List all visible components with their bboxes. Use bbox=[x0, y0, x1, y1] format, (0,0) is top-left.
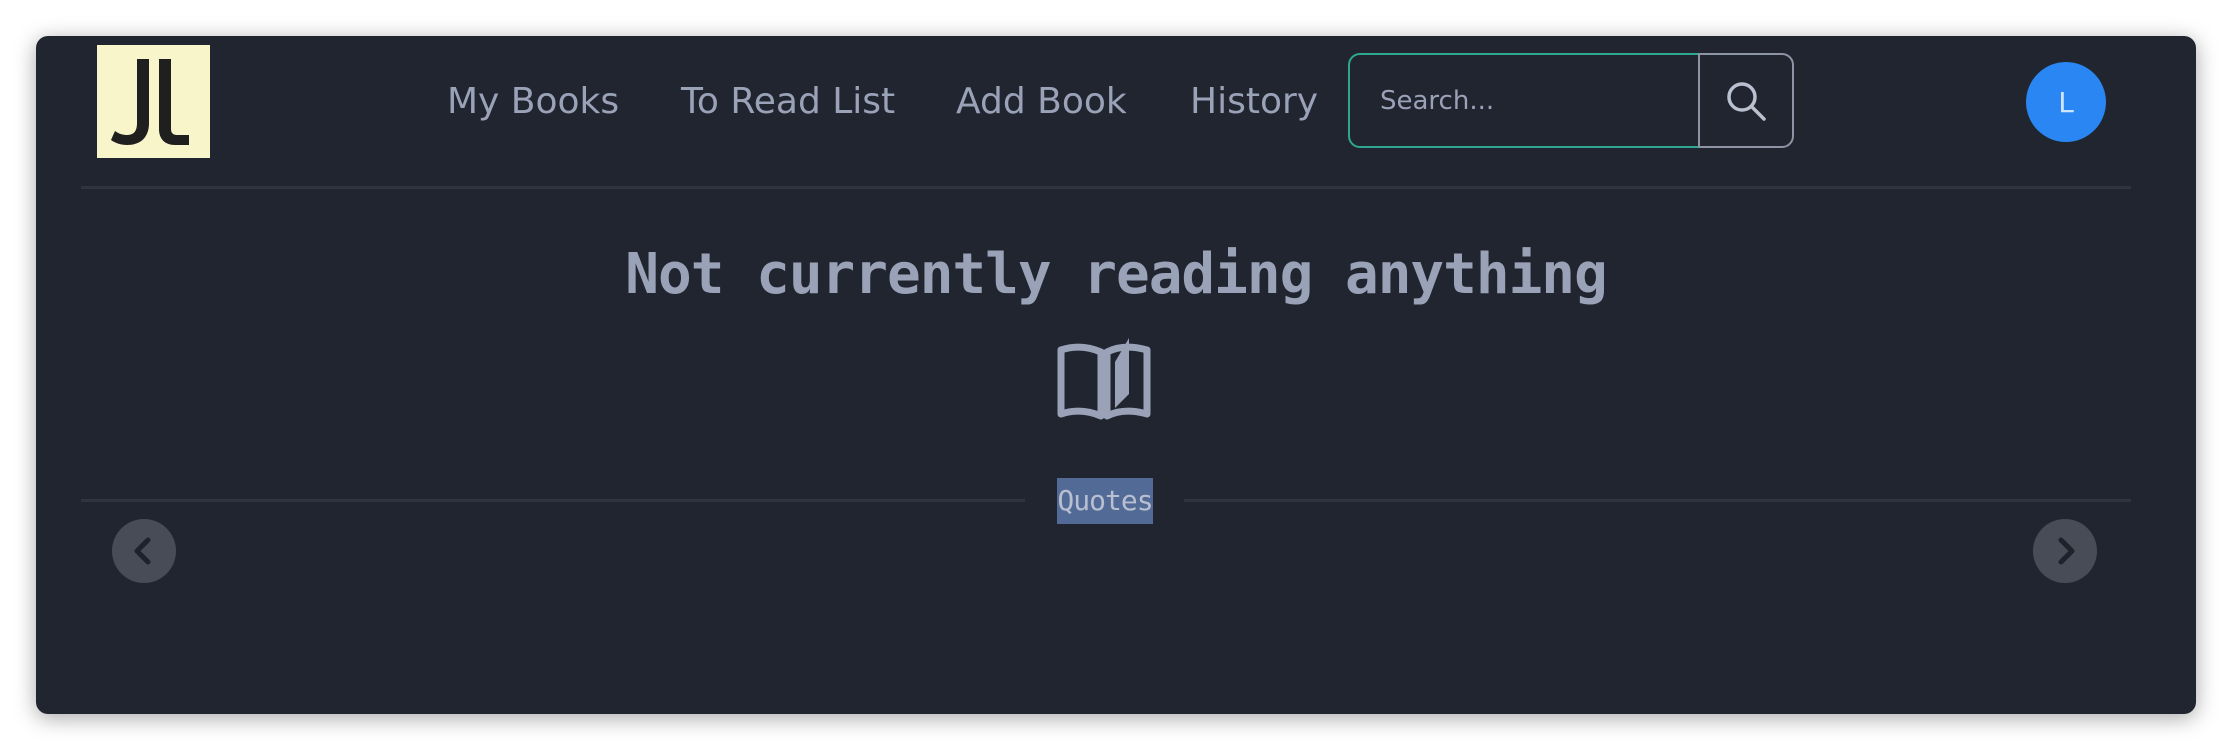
search-input[interactable] bbox=[1348, 53, 1700, 148]
nav-add-book[interactable]: Add Book bbox=[956, 78, 1127, 126]
search-icon bbox=[1727, 81, 1766, 121]
quotes-next-button[interactable] bbox=[2033, 519, 2097, 583]
avatar-initial: L bbox=[2058, 85, 2074, 119]
open-book-icon bbox=[1057, 338, 1151, 420]
quotes-prev-button[interactable] bbox=[112, 519, 176, 583]
jl-monogram-icon bbox=[111, 59, 189, 145]
chevron-right-icon bbox=[2058, 537, 2075, 565]
nav-history[interactable]: History bbox=[1190, 78, 1318, 126]
search-button[interactable] bbox=[1698, 53, 1794, 148]
quotes-divider-left bbox=[81, 499, 1025, 502]
quotes-section-label: Quotes bbox=[1057, 478, 1154, 524]
header-divider bbox=[81, 186, 2131, 189]
app-window: My Books To Read List Add Book History L… bbox=[36, 36, 2196, 714]
quotes-divider-right bbox=[1184, 499, 2131, 502]
current-reading-status: Not currently reading anything bbox=[625, 242, 1607, 307]
chevron-left-icon bbox=[134, 537, 151, 565]
user-avatar[interactable]: L bbox=[2026, 62, 2106, 142]
app-logo[interactable] bbox=[97, 45, 210, 158]
nav-my-books[interactable]: My Books bbox=[447, 78, 619, 126]
nav-to-read-list[interactable]: To Read List bbox=[681, 78, 895, 126]
